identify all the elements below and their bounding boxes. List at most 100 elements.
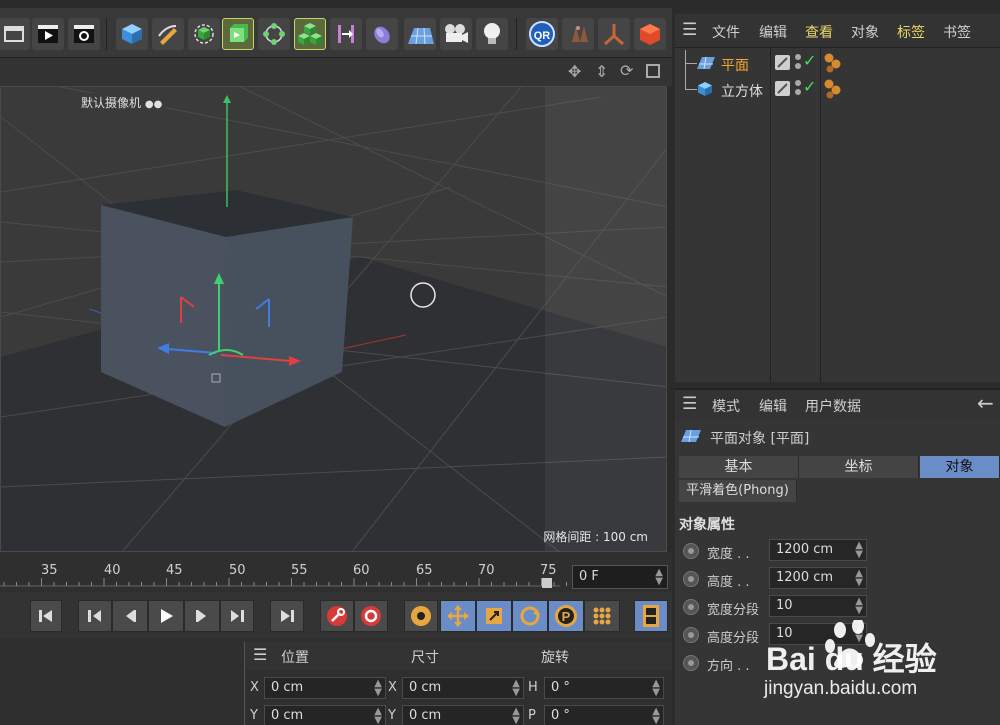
field-value: 1200 cm	[776, 542, 834, 557]
zoom-view-icon[interactable]: ⇕	[595, 62, 608, 81]
spin-arrows-icon[interactable]: ▲▼	[655, 568, 663, 587]
layer-icon[interactable]	[775, 81, 790, 96]
render-view-button[interactable]	[32, 18, 64, 50]
render-region-button[interactable]	[0, 18, 30, 50]
hamburger-icon[interactable]: ☰	[682, 20, 697, 40]
menu-object[interactable]: 对象	[851, 22, 879, 42]
menu-bookmarks[interactable]: 书签	[943, 22, 971, 42]
floor-icon[interactable]	[404, 18, 436, 50]
spin-arrows-icon[interactable]: ▲▼	[374, 679, 382, 698]
spin-arrows-icon[interactable]: ▲▼	[855, 541, 863, 560]
record-key-icon[interactable]	[320, 600, 354, 632]
width-field[interactable]: 1200 cm ▲ ▼	[769, 539, 867, 561]
playhead[interactable]	[542, 578, 552, 588]
height-field[interactable]: 1200 cm ▲ ▼	[769, 567, 867, 589]
animate-radio[interactable]	[683, 599, 699, 615]
cube-icon[interactable]	[116, 18, 148, 50]
material-tag-icon[interactable]	[823, 78, 843, 100]
enabled-check-icon[interactable]: ✓	[803, 77, 816, 96]
rotate-view-icon[interactable]: ⟳	[620, 61, 633, 80]
go-to-end-button[interactable]	[270, 600, 304, 632]
render-visibility-dot[interactable]	[795, 89, 801, 95]
render-settings-button[interactable]	[68, 18, 100, 50]
editor-visibility-dot[interactable]	[795, 54, 801, 60]
spin-arrows-icon[interactable]: ▲▼	[652, 679, 660, 698]
menu-view[interactable]: 查看	[805, 22, 833, 42]
section-title: 对象属性	[679, 517, 735, 533]
pen-icon[interactable]	[152, 18, 184, 50]
back-arrow-icon[interactable]: ←	[977, 391, 994, 415]
move-view-icon[interactable]: ✥	[568, 62, 581, 81]
physics-icon[interactable]	[634, 18, 666, 50]
extrude-icon[interactable]	[222, 18, 254, 50]
spin-arrows-icon[interactable]: ▲▼	[374, 707, 382, 725]
qr-plugin-icon[interactable]: QR	[526, 18, 558, 50]
prev-key-button[interactable]	[78, 600, 112, 632]
current-frame-field[interactable]: 0 F ▲ ▼	[572, 565, 668, 589]
width-segments-field[interactable]: 10 ▲ ▼	[769, 595, 867, 617]
parameter-track-icon[interactable]: P	[548, 600, 584, 632]
next-key-button[interactable]	[220, 600, 254, 632]
animate-radio[interactable]	[683, 543, 699, 559]
menu-mode[interactable]: 模式	[712, 396, 740, 416]
camera-mini-icon: ●●	[144, 99, 163, 110]
position-track-icon[interactable]	[440, 600, 476, 632]
keyframe-selection-icon[interactable]	[404, 600, 438, 632]
hamburger-icon[interactable]: ☰	[682, 394, 697, 414]
autokey-icon[interactable]	[354, 600, 388, 632]
deformer-icon[interactable]	[330, 18, 362, 50]
spin-arrows-icon[interactable]: ▲▼	[512, 707, 520, 725]
tick-label: 75	[540, 563, 557, 578]
light-icon[interactable]	[476, 18, 508, 50]
position-x-field[interactable]: 0 cm ▲ ▼	[264, 677, 386, 699]
menu-edit[interactable]: 编辑	[759, 396, 787, 416]
tab-coordinates[interactable]: 坐标	[799, 456, 919, 478]
material-tag-icon[interactable]	[823, 52, 843, 74]
spin-arrows-icon[interactable]: ▲▼	[512, 679, 520, 698]
prev-frame-button[interactable]	[112, 600, 148, 632]
editor-visibility-dot[interactable]	[795, 80, 801, 86]
array-icon[interactable]	[258, 18, 290, 50]
scale-track-icon[interactable]	[476, 600, 512, 632]
point-level-icon[interactable]	[584, 600, 620, 632]
3d-viewport[interactable]: 默认摄像机 ●● 网格间距 : 100 cm	[0, 86, 667, 552]
tab-object[interactable]: 对象	[920, 456, 1000, 478]
spin-arrows-icon[interactable]: ▲▼	[855, 569, 863, 588]
enabled-check-icon[interactable]: ✓	[803, 51, 816, 70]
animate-radio[interactable]	[683, 571, 699, 587]
spin-arrows-icon[interactable]: ▲▼	[855, 597, 863, 616]
subdivision-icon[interactable]	[188, 18, 220, 50]
position-y-field[interactable]: 0 cm ▲ ▼	[264, 705, 386, 725]
menu-edit[interactable]: 编辑	[759, 22, 787, 42]
next-frame-button[interactable]	[184, 600, 220, 632]
object-row-cube[interactable]: 立方体 ✓	[675, 76, 1000, 102]
size-x-field[interactable]: 0 cm ▲ ▼	[402, 677, 524, 699]
cloner-icon[interactable]	[294, 18, 326, 50]
camera-label[interactable]: 默认摄像机 ●●	[77, 93, 167, 112]
animate-radio[interactable]	[683, 627, 699, 643]
rotation-track-icon[interactable]	[512, 600, 548, 632]
menu-tags[interactable]: 标签	[897, 22, 925, 42]
tab-phong[interactable]: 平滑着色(Phong)	[679, 480, 797, 502]
tab-basic[interactable]: 基本	[679, 456, 799, 478]
spin-arrows-icon[interactable]: ▲▼	[652, 707, 660, 725]
camera-icon[interactable]	[440, 18, 472, 50]
rotation-p-field[interactable]: 0 ° ▲ ▼	[544, 705, 664, 725]
animate-radio[interactable]	[683, 655, 699, 671]
maximize-view-icon[interactable]	[646, 64, 660, 78]
hamburger-icon[interactable]: ☰	[253, 645, 267, 664]
transport-bar: P	[0, 592, 672, 638]
object-row-plane[interactable]: 平面 ✓	[675, 50, 1000, 90]
symmetry-icon[interactable]	[562, 18, 594, 50]
render-visibility-dot[interactable]	[795, 63, 801, 69]
rotation-h-field[interactable]: 0 ° ▲ ▼	[544, 677, 664, 699]
go-to-start-button[interactable]	[30, 600, 62, 632]
play-button[interactable]	[148, 600, 184, 632]
menu-user-data[interactable]: 用户数据	[805, 396, 861, 416]
menu-file[interactable]: 文件	[712, 22, 740, 42]
size-y-field[interactable]: 0 cm ▲ ▼	[402, 705, 524, 725]
timeline-window-icon[interactable]	[634, 600, 668, 632]
environment-icon[interactable]	[366, 18, 398, 50]
joint-icon[interactable]	[598, 18, 630, 50]
layer-icon[interactable]	[775, 55, 790, 70]
